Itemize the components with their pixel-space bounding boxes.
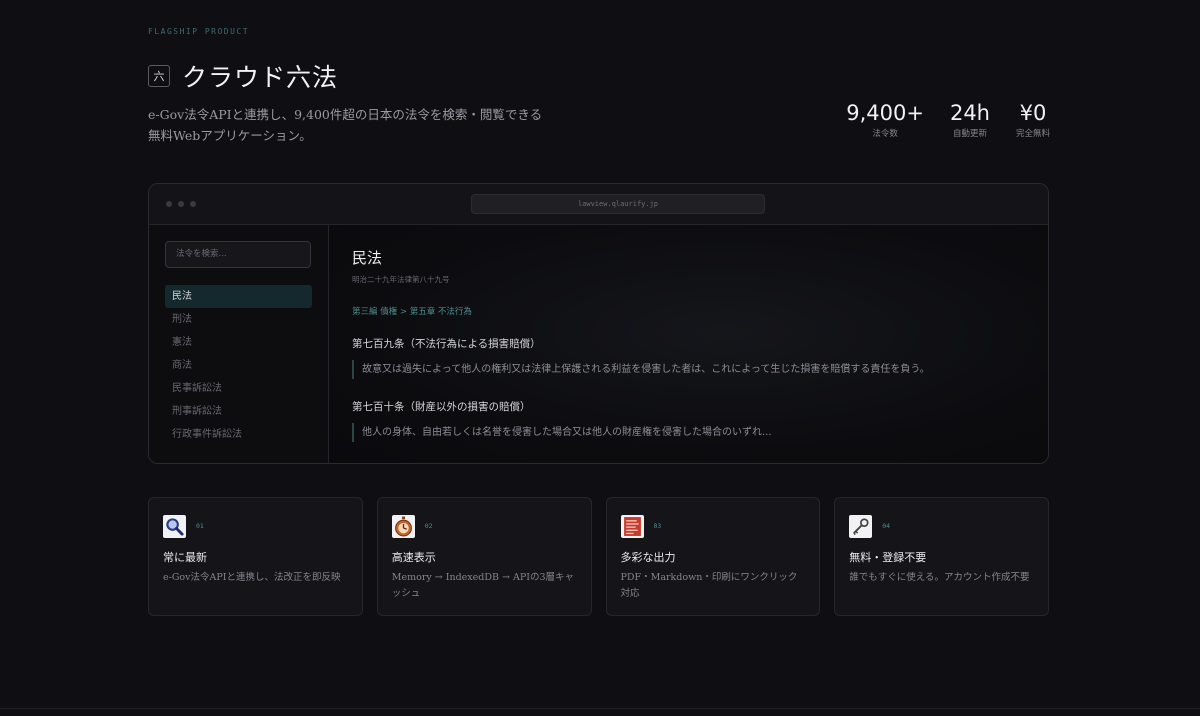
article-title: 第七百十条（財産以外の損害の賠償）: [352, 401, 531, 413]
stat-label: 完全無料: [1015, 129, 1050, 139]
url-bar[interactable]: lawview.qlaurify.jp: [471, 194, 765, 214]
law-title: 民法: [352, 249, 383, 267]
feature-title: 常に最新: [163, 551, 207, 564]
feature-description: e-Gov法令APIと連携し、法改正を即反映: [163, 572, 341, 583]
feature-title: 高速表示: [391, 551, 436, 564]
article-body: 他人の身体、自由若しくは名誉を侵害した場合又は他人の財産権を侵害した場合のいずれ…: [352, 423, 1025, 442]
footer-divider: [0, 708, 1200, 709]
browser-toolbar: lawview.qlaurify.jp: [149, 184, 1048, 225]
law-number: 明治二十九年法律第八十九号: [352, 275, 450, 284]
stat-value: ¥0: [1019, 101, 1047, 125]
key-icon: [849, 514, 873, 538]
law-sidebar: 法令を検索... 民法 刑法 憲法 商法 民事訴訟法 刑事訴訟法 行政事件訴訟法: [149, 225, 329, 463]
article-body: 故意又は過失によって他人の権利又は法律上保護される利益を侵害した者は、これによっ…: [352, 360, 1025, 379]
nav-item-criminal-procedure[interactable]: 刑事訴訟法: [165, 400, 312, 423]
feature-description: PDF・Markdown・印刷にワンクリック対応: [620, 572, 798, 599]
feature-number: 04: [882, 522, 891, 530]
stat-laws: 9,400+ 法令数: [846, 101, 924, 139]
window-dot-icon: [190, 201, 196, 207]
product-description: e-Gov法令APIと連携し、9,400件超の日本の法令を検索・閲覧できる無料W…: [148, 107, 543, 143]
law-content: 民法 明治二十九年法律第八十九号 第三編 債権 > 第五章 不法行為 第七百九条…: [329, 225, 1048, 463]
feature-card-fast: 02 高速表示 Memory → IndexedDB → APIの3層キャッシュ: [376, 497, 592, 616]
law-nav: 民法 刑法 憲法 商法 民事訴訟法 刑事訴訟法 行政事件訴訟法: [165, 285, 312, 446]
stat-label: 自動更新: [952, 129, 987, 139]
window-controls: [166, 201, 196, 207]
feature-cards: 01 常に最新 e-Gov法令APIと連携し、法改正を即反映 02 高速表示 M…: [148, 497, 1049, 616]
feature-number: 02: [424, 522, 433, 530]
feature-description: Memory → IndexedDB → APIの3層キャッシュ: [391, 572, 575, 599]
title-row: 六 クラウド六法: [148, 58, 338, 94]
feature-title: 多彩な出力: [620, 551, 676, 564]
law-search-input[interactable]: 法令を検索...: [165, 241, 311, 268]
document-icon: [620, 514, 644, 538]
feature-description: 誰でもすぐに使える。アカウント作成不要: [849, 572, 1030, 583]
stat-value: 24h: [949, 101, 990, 125]
feature-card-free: 04 無料・登録不要 誰でもすぐに使える。アカウント作成不要: [834, 497, 1049, 616]
nav-item-commercial-code[interactable]: 商法: [165, 354, 312, 377]
nav-item-constitution[interactable]: 憲法: [165, 331, 312, 354]
stat-label: 法令数: [872, 129, 898, 139]
page-title: クラウド六法: [182, 63, 339, 92]
window-dot-icon: [178, 201, 184, 207]
feature-number: 01: [196, 522, 204, 530]
stat-price: ¥0 完全無料: [1016, 101, 1050, 139]
nav-item-civil-procedure[interactable]: 民事訴訟法: [165, 377, 312, 400]
window-dot-icon: [166, 201, 172, 207]
nav-item-administrative-litigation[interactable]: 行政事件訴訟法: [165, 423, 312, 446]
feature-card-output: 03 多彩な出力 PDF・Markdown・印刷にワンクリック対応: [605, 497, 821, 616]
feature-number: 03: [653, 522, 662, 530]
feature-title: 無料・登録不要: [849, 551, 927, 564]
eyebrow-label: FLAGSHIP PRODUCT: [148, 27, 250, 36]
magnifier-icon: [163, 514, 186, 538]
product-logo: 六: [148, 65, 170, 87]
feature-card-up-to-date: 01 常に最新 e-Gov法令APIと連携し、法改正を即反映: [148, 497, 363, 616]
stopwatch-icon: [391, 514, 415, 538]
breadcrumb[interactable]: 第三編 債権 > 第五章 不法行為: [352, 305, 1025, 317]
stat-value: 9,400+: [846, 101, 924, 125]
nav-item-penal-code[interactable]: 刑法: [165, 308, 312, 331]
stats-group: 9,400+ 法令数 24h 自動更新 ¥0 完全無料: [846, 101, 1050, 139]
browser-mockup: lawview.qlaurify.jp 法令を検索... 民法 刑法 憲法 商法…: [148, 183, 1049, 464]
stat-update: 24h 自動更新: [950, 101, 990, 139]
article-title: 第七百九条（不法行為による損害賠償）: [352, 338, 541, 350]
nav-item-civil-code[interactable]: 民法: [165, 285, 312, 308]
browser-content: 法令を検索... 民法 刑法 憲法 商法 民事訴訟法 刑事訴訟法 行政事件訴訟法…: [149, 225, 1048, 463]
